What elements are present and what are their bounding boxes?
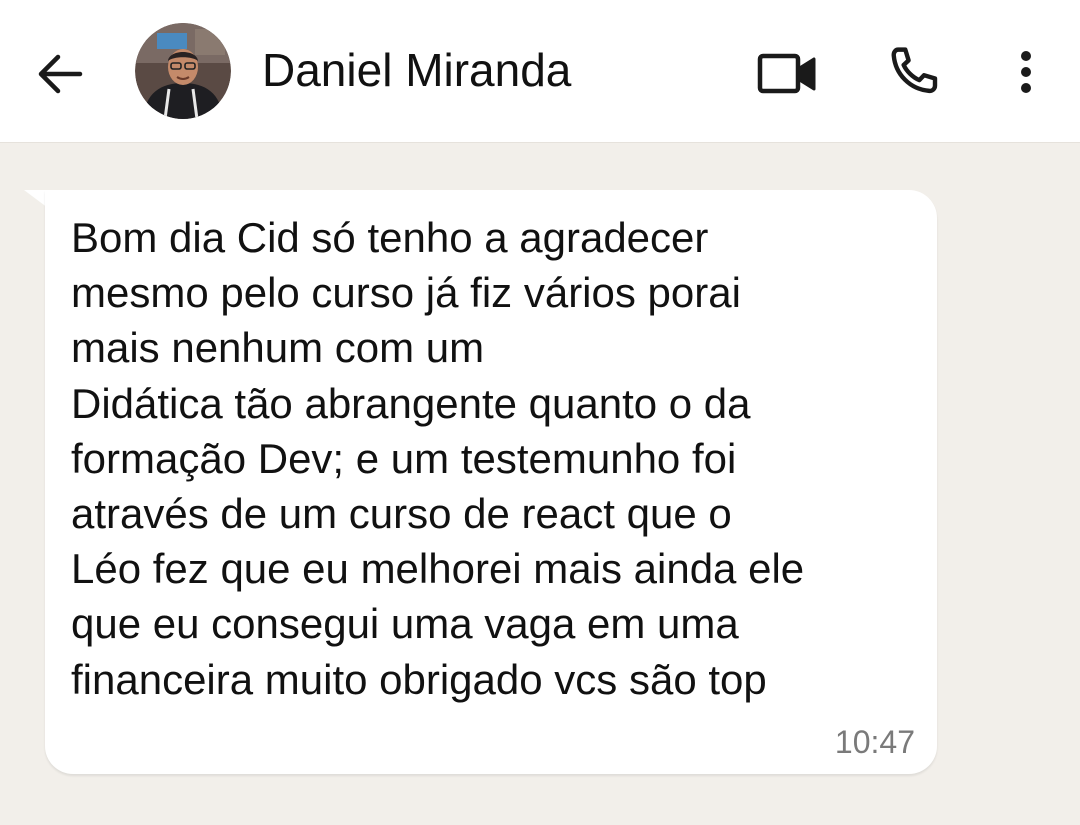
more-vertical-icon — [1021, 51, 1031, 93]
avatar[interactable] — [135, 23, 231, 119]
arrow-left-icon — [38, 54, 83, 94]
back-button[interactable] — [32, 46, 88, 102]
contact-name[interactable]: Daniel Miranda — [262, 42, 571, 98]
contact-photo — [135, 23, 231, 119]
video-camera-icon — [757, 53, 816, 94]
more-options-button[interactable] — [1004, 44, 1048, 104]
message-text: Bom dia Cid só tenho a agradecer mesmo p… — [71, 214, 805, 703]
message-timestamp: 10:47 — [834, 724, 915, 760]
chat-header: Daniel Miranda — [0, 0, 1080, 143]
phone-icon — [891, 47, 938, 94]
voice-call-button[interactable] — [880, 40, 946, 106]
message-bubble[interactable]: Bom dia Cid só tenho a agradecer mesmo p… — [45, 190, 937, 774]
video-call-button[interactable] — [752, 44, 822, 104]
